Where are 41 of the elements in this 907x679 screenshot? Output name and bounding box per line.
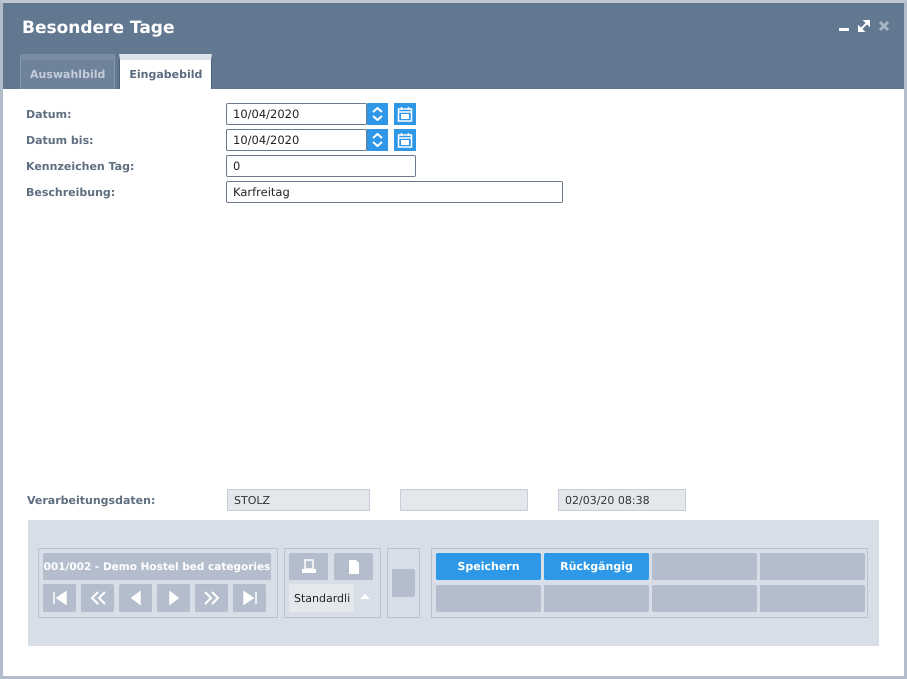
fast-forward-icon[interactable] bbox=[202, 589, 220, 607]
nav-button[interactable] bbox=[81, 584, 114, 612]
maximize-icon[interactable] bbox=[858, 20, 870, 32]
nav-button[interactable] bbox=[195, 584, 228, 612]
layout-select[interactable]: Standardli bbox=[289, 584, 354, 612]
empty-button[interactable] bbox=[436, 584, 541, 612]
date-field[interactable]: 10/04/2020 bbox=[226, 129, 367, 151]
input-field[interactable]: Karfreitag bbox=[226, 181, 563, 203]
field-label: Datum bis: bbox=[26, 134, 95, 146]
spinner-button[interactable] bbox=[367, 103, 388, 125]
nav-button[interactable] bbox=[119, 584, 152, 612]
spinner-button[interactable] bbox=[367, 129, 388, 151]
tab[interactable]: Eingabebild bbox=[119, 54, 212, 89]
rewind-icon[interactable] bbox=[88, 589, 106, 607]
last-icon[interactable] bbox=[240, 589, 258, 607]
toolbar-button[interactable] bbox=[334, 553, 373, 580]
nav-button[interactable] bbox=[157, 584, 190, 612]
window-title: Besondere Tage bbox=[22, 18, 174, 38]
field-label: Beschreibung: bbox=[26, 186, 116, 198]
empty-button[interactable] bbox=[760, 553, 865, 580]
timestamp-field: 02/03/20 08:38 bbox=[558, 489, 686, 511]
up-down-icon[interactable] bbox=[372, 133, 383, 147]
empty-button[interactable] bbox=[652, 584, 757, 612]
close-icon[interactable] bbox=[878, 20, 890, 32]
toolbar-button[interactable] bbox=[289, 553, 328, 580]
nav-button[interactable] bbox=[43, 584, 76, 612]
printer-icon[interactable] bbox=[300, 558, 318, 576]
caret-icon[interactable] bbox=[360, 592, 370, 600]
first-icon[interactable] bbox=[50, 589, 68, 607]
empty-button[interactable] bbox=[760, 584, 865, 612]
date-field[interactable]: 10/04/2020 bbox=[226, 103, 367, 125]
field-label: Kennzeichen Tag: bbox=[26, 160, 136, 172]
toolbar-button[interactable] bbox=[392, 569, 415, 597]
field-label: Datum: bbox=[26, 108, 73, 120]
user-field: STOLZ bbox=[227, 489, 370, 511]
nav-button[interactable] bbox=[233, 584, 266, 612]
up-down-icon[interactable] bbox=[372, 107, 383, 121]
input-field[interactable]: 0 bbox=[226, 155, 416, 177]
empty-button[interactable] bbox=[652, 553, 757, 580]
field-label: Verarbeitungsdaten: bbox=[27, 494, 156, 506]
empty-button[interactable] bbox=[544, 584, 649, 612]
